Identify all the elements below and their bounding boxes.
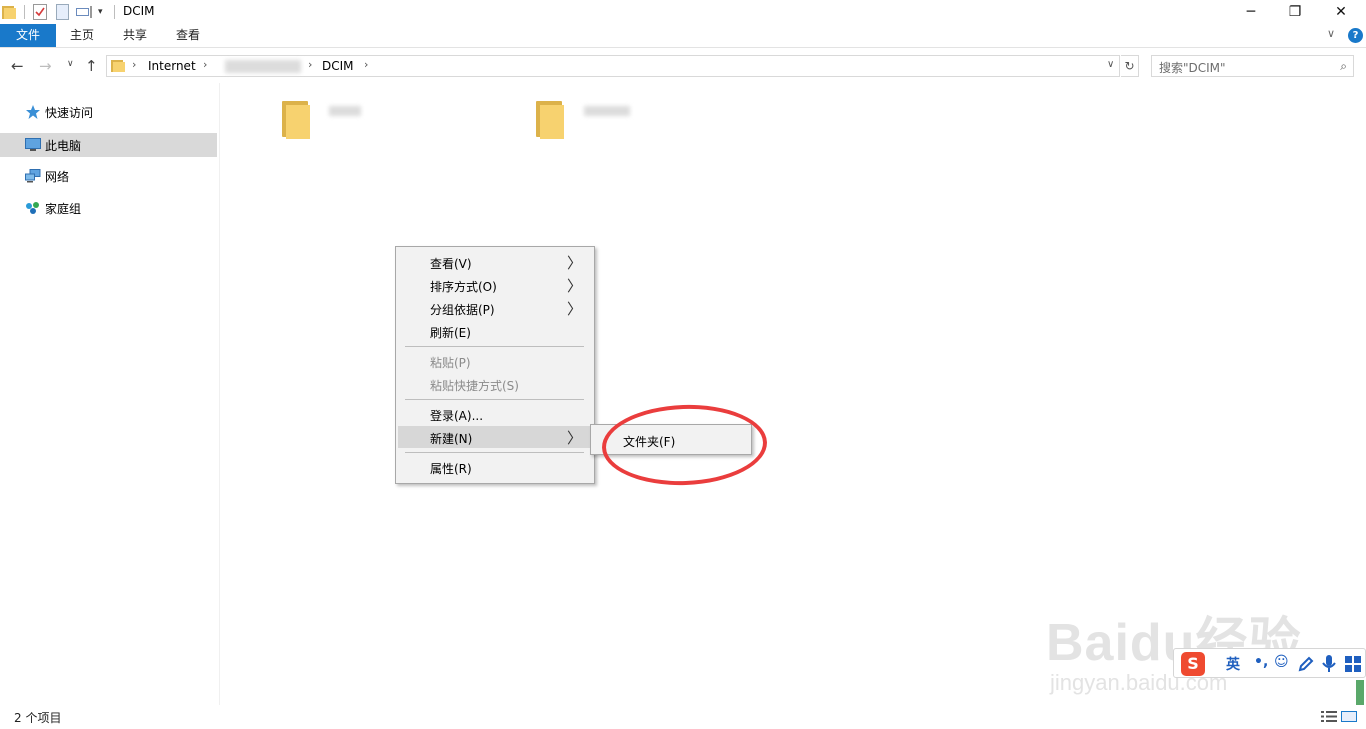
menu-item-paste: 粘贴(P) [398, 350, 592, 372]
tab-file[interactable]: 文件 [0, 24, 56, 47]
menu-item-view[interactable]: 查看(V) 〉 [398, 251, 592, 273]
submenu-arrow-icon: 〉 [566, 277, 582, 295]
address-bar[interactable]: › Internet › › DCIM › ∨ [106, 55, 1120, 77]
breadcrumb-chevron-icon[interactable]: › [203, 58, 207, 71]
address-dropdown-icon[interactable]: ∨ [1107, 59, 1114, 70]
item-count: 2 个项目 [14, 711, 62, 725]
help-icon[interactable]: ? [1348, 28, 1363, 43]
nav-item-homegroup[interactable]: 家庭组 [0, 196, 217, 220]
tab-home[interactable]: 主页 [58, 24, 106, 47]
folder-icon[interactable] [536, 99, 566, 139]
toolbox-grid-icon[interactable] [1345, 656, 1361, 672]
breadcrumb-dcim[interactable]: DCIM [322, 59, 354, 73]
menu-item-label: 粘贴快捷方式(S) [430, 379, 519, 393]
computer-icon [25, 138, 41, 151]
emoji-icon[interactable]: ☺ [1274, 654, 1289, 670]
nav-item-label: 家庭组 [45, 202, 82, 216]
breadcrumb-chevron-icon[interactable]: › [308, 58, 312, 71]
menu-separator [405, 346, 584, 347]
nav-item-network[interactable]: 网络 [0, 164, 217, 188]
breadcrumb-chevron-icon[interactable]: › [364, 58, 368, 71]
menu-item-properties[interactable]: 属性(R) [398, 456, 592, 478]
menu-item-group-by[interactable]: 分组依据(P) 〉 [398, 297, 592, 319]
navigation-pane: 快速访问 此电脑 网络 家庭组 [0, 83, 220, 705]
navigation-bar: ← → ∨ ↑ › Internet › › DCIM › ∨ ↻ 搜索"DCI… [0, 49, 1366, 83]
star-icon [26, 105, 40, 119]
recent-locations-icon[interactable]: ∨ [67, 59, 74, 69]
breadcrumb-internet[interactable]: Internet [148, 59, 196, 73]
menu-item-label: 分组依据(P) [430, 303, 495, 317]
search-icon[interactable]: ⌕ [1340, 59, 1347, 74]
menu-item-label: 属性(R) [430, 462, 472, 476]
context-menu: 查看(V) 〉 排序方式(O) 〉 分组依据(P) 〉 刷新(E) 粘贴(P) … [395, 246, 595, 484]
menu-item-label: 查看(V) [430, 257, 472, 271]
menu-item-label: 登录(A)... [430, 409, 484, 423]
homegroup-icon [26, 202, 39, 214]
search-placeholder: 搜索"DCIM" [1159, 61, 1226, 75]
ribbon-tabs: 文件 主页 共享 查看 ∨ ? [0, 24, 1366, 48]
close-button[interactable]: ✕ [1318, 0, 1364, 24]
rename-icon[interactable] [76, 3, 94, 21]
folder-icon [2, 3, 16, 21]
refresh-icon[interactable]: ↻ [1121, 55, 1139, 77]
nav-item-quick-access[interactable]: 快速访问 [0, 100, 217, 124]
menu-item-sort-by[interactable]: 排序方式(O) 〉 [398, 274, 592, 296]
window-title: DCIM [123, 4, 155, 18]
large-icons-view-icon[interactable] [1341, 711, 1357, 722]
menu-item-label: 排序方式(O) [430, 280, 497, 294]
nav-item-label: 此电脑 [45, 139, 82, 153]
menu-separator [405, 399, 584, 400]
menu-item-new[interactable]: 新建(N) 〉 [398, 426, 592, 448]
menu-item-sign-in[interactable]: 登录(A)... [398, 403, 592, 425]
up-arrow-icon[interactable]: ↑ [85, 57, 98, 75]
back-arrow-icon[interactable]: ← [11, 57, 24, 75]
nav-item-label: 网络 [45, 170, 70, 184]
submenu-arrow-icon: 〉 [566, 429, 582, 447]
network-icon [25, 169, 41, 183]
ime-mode-toggle[interactable]: 英 [1226, 654, 1240, 674]
breadcrumb-redacted[interactable] [225, 60, 301, 73]
restore-button[interactable]: ❐ [1272, 0, 1318, 24]
minimize-button[interactable]: ─ [1228, 0, 1274, 24]
address-folder-icon [111, 60, 125, 72]
folder-name-redacted[interactable] [329, 106, 361, 116]
breadcrumb-chevron-icon[interactable]: › [132, 58, 136, 71]
menu-item-label: 刷新(E) [430, 326, 471, 340]
forward-arrow-icon[interactable]: → [39, 57, 52, 75]
menu-item-refresh[interactable]: 刷新(E) [398, 320, 592, 342]
folder-name-redacted[interactable] [584, 106, 630, 116]
title-bar: ▾ DCIM ─ ❐ ✕ [0, 0, 1366, 24]
resize-grip [1356, 680, 1364, 706]
ime-punctuation-toggle[interactable]: •, [1254, 654, 1268, 670]
pen-icon[interactable] [1298, 656, 1314, 672]
tab-share[interactable]: 共享 [111, 24, 159, 47]
details-view-icon[interactable] [1321, 711, 1337, 722]
microphone-icon[interactable] [1322, 655, 1336, 673]
menu-item-paste-shortcut: 粘贴快捷方式(S) [398, 373, 592, 395]
menu-separator [405, 452, 584, 453]
ime-logo-icon[interactable]: S [1181, 652, 1205, 676]
ribbon-collapse-icon[interactable]: ∨ [1327, 27, 1335, 40]
menu-item-label: 新建(N) [430, 432, 473, 446]
nav-item-label: 快速访问 [45, 106, 94, 120]
nav-item-this-pc[interactable]: 此电脑 [0, 133, 217, 157]
customize-toolbar-icon[interactable]: ▾ [98, 3, 103, 21]
new-folder-icon[interactable] [56, 3, 69, 21]
submenu-arrow-icon: 〉 [566, 300, 582, 318]
properties-icon[interactable] [33, 3, 47, 21]
ime-toolbar: S 英 •, ☺ [1173, 648, 1366, 678]
submenu-arrow-icon: 〉 [566, 254, 582, 272]
search-box[interactable]: 搜索"DCIM" ⌕ [1151, 55, 1354, 77]
tab-view[interactable]: 查看 [164, 24, 212, 47]
status-bar: 2 个项目 [0, 705, 1366, 729]
menu-item-label: 粘贴(P) [430, 356, 471, 370]
folder-icon[interactable] [282, 99, 312, 139]
